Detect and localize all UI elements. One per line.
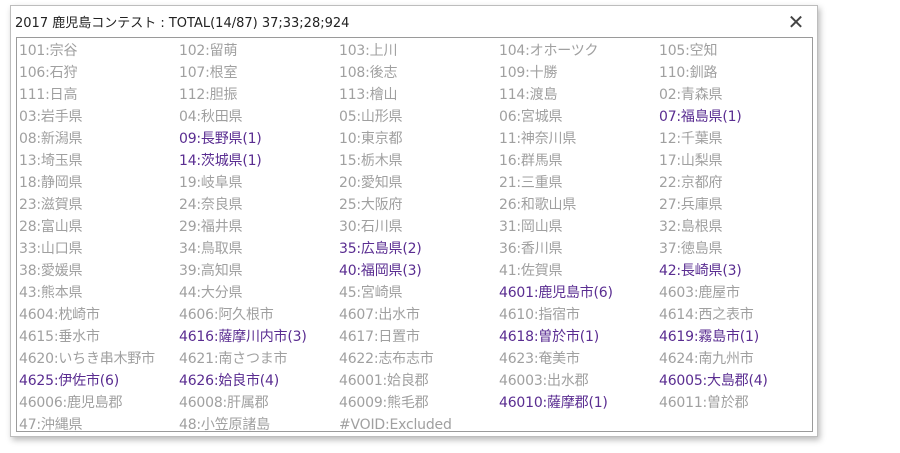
area-item[interactable]: 28:富山県 (19, 216, 179, 238)
area-item[interactable]: 4619:霧島市(1) (659, 326, 812, 348)
area-item[interactable]: 37:徳島県 (659, 238, 812, 260)
area-item[interactable]: 36:香川県 (499, 238, 659, 260)
area-item[interactable]: 4606:阿久根市 (179, 304, 339, 326)
area-item[interactable]: 106:石狩 (19, 62, 179, 84)
area-item[interactable]: 46009:熊毛郡 (339, 392, 499, 414)
area-item[interactable]: 110:釧路 (659, 62, 812, 84)
area-item[interactable]: 48:小笠原諸島 (179, 414, 339, 431)
window-title: 2017 鹿児島コンテスト : TOTAL(14/87) 37;33;28;92… (15, 16, 350, 31)
area-item[interactable]: 4603:鹿屋市 (659, 282, 812, 304)
area-item[interactable]: 29:福井県 (179, 216, 339, 238)
area-item[interactable]: 102:留萌 (179, 40, 339, 62)
area-item[interactable]: 113:檜山 (339, 84, 499, 106)
area-item[interactable]: #VOID:Excluded (339, 414, 499, 431)
area-item[interactable]: 111:日高 (19, 84, 179, 106)
area-item[interactable]: 15:栃木県 (339, 150, 499, 172)
close-icon[interactable]: ✕ (781, 8, 811, 35)
area-item[interactable]: 46011:曽於郡 (659, 392, 812, 414)
area-item[interactable]: 4607:出水市 (339, 304, 499, 326)
area-item[interactable]: 109:十勝 (499, 62, 659, 84)
area-item[interactable]: 4622:志布志市 (339, 348, 499, 370)
area-item[interactable]: 4624:南九州市 (659, 348, 812, 370)
area-item[interactable]: 47:沖縄県 (19, 414, 179, 431)
area-item[interactable]: 34:鳥取県 (179, 238, 339, 260)
area-item[interactable]: 4610:指宿市 (499, 304, 659, 326)
area-item[interactable]: 101:宗谷 (19, 40, 179, 62)
area-item[interactable]: 39:高知県 (179, 260, 339, 282)
area-item[interactable]: 18:静岡県 (19, 172, 179, 194)
area-item[interactable]: 42:長崎県(3) (659, 260, 812, 282)
area-grid: 101:宗谷 102:留萌 103:上川 104:オホーツク 105:空知 106:石狩 1… (19, 40, 812, 431)
area-item[interactable]: 103:上川 (339, 40, 499, 62)
area-item[interactable]: 05:山形県 (339, 106, 499, 128)
area-item[interactable]: 30:石川県 (339, 216, 499, 238)
area-item[interactable]: 09:長野県(1) (179, 128, 339, 150)
area-item[interactable]: 04:秋田県 (179, 106, 339, 128)
area-item[interactable]: 20:愛知県 (339, 172, 499, 194)
area-item[interactable]: 46010:薩摩郡(1) (499, 392, 659, 414)
area-item[interactable]: 112:胆振 (179, 84, 339, 106)
area-item[interactable]: 03:岩手県 (19, 106, 179, 128)
area-item[interactable]: 114:渡島 (499, 84, 659, 106)
contest-window: 2017 鹿児島コンテスト : TOTAL(14/87) 37;33;28;92… (10, 5, 818, 437)
area-item[interactable]: 11:神奈川県 (499, 128, 659, 150)
area-item[interactable]: 104:オホーツク (499, 40, 659, 62)
area-item[interactable]: 24:奈良県 (179, 194, 339, 216)
area-item[interactable]: 13:埼玉県 (19, 150, 179, 172)
area-item[interactable]: 14:茨城県(1) (179, 150, 339, 172)
area-item[interactable]: 40:福岡県(3) (339, 260, 499, 282)
area-item[interactable]: 4621:南さつま市 (179, 348, 339, 370)
area-item[interactable]: 4604:枕崎市 (19, 304, 179, 326)
area-item[interactable]: 46003:出水郡 (499, 370, 659, 392)
area-item[interactable]: 27:兵庫県 (659, 194, 812, 216)
area-item[interactable]: 35:広島県(2) (339, 238, 499, 260)
area-item[interactable]: 41:佐賀県 (499, 260, 659, 282)
area-item[interactable]: 46005:大島郡(4) (659, 370, 812, 392)
area-item[interactable]: 46001:姶良郡 (339, 370, 499, 392)
area-item[interactable]: 45:宮崎県 (339, 282, 499, 304)
area-item[interactable]: 43:熊本県 (19, 282, 179, 304)
area-item[interactable]: 4620:いちき串木野市 (19, 348, 179, 370)
area-item[interactable]: 08:新潟県 (19, 128, 179, 150)
area-item[interactable]: 4623:奄美市 (499, 348, 659, 370)
area-item[interactable]: 4615:垂水市 (19, 326, 179, 348)
area-item[interactable]: 4614:西之表市 (659, 304, 812, 326)
area-item[interactable]: 23:滋賀県 (19, 194, 179, 216)
area-item[interactable]: 12:千葉県 (659, 128, 812, 150)
area-item[interactable]: 4616:薩摩川内市(3) (179, 326, 339, 348)
title-bar[interactable]: 2017 鹿児島コンテスト : TOTAL(14/87) 37;33;28;92… (11, 6, 817, 37)
area-item[interactable]: 4618:曽於市(1) (499, 326, 659, 348)
area-item[interactable]: 06:宮城県 (499, 106, 659, 128)
area-item[interactable]: 07:福島県(1) (659, 106, 812, 128)
area-item[interactable]: 4626:姶良市(4) (179, 370, 339, 392)
area-item[interactable]: 33:山口県 (19, 238, 179, 260)
area-item[interactable]: 38:愛媛県 (19, 260, 179, 282)
area-item[interactable]: 21:三重県 (499, 172, 659, 194)
area-item[interactable]: 108:後志 (339, 62, 499, 84)
area-item[interactable]: 4625:伊佐市(6) (19, 370, 179, 392)
area-item[interactable]: 02:青森県 (659, 84, 812, 106)
area-item[interactable]: 16:群馬県 (499, 150, 659, 172)
area-item[interactable]: 105:空知 (659, 40, 812, 62)
area-item[interactable]: 22:京都府 (659, 172, 812, 194)
area-item[interactable]: 44:大分県 (179, 282, 339, 304)
area-item[interactable]: 19:岐阜県 (179, 172, 339, 194)
area-item[interactable]: 25:大阪府 (339, 194, 499, 216)
area-item[interactable]: 10:東京都 (339, 128, 499, 150)
area-item[interactable]: 26:和歌山県 (499, 194, 659, 216)
area-item[interactable]: 31:岡山県 (499, 216, 659, 238)
area-item[interactable]: 4617:日置市 (339, 326, 499, 348)
area-list-panel: 101:宗谷 102:留萌 103:上川 104:オホーツク 105:空知 106:石狩 1… (16, 37, 813, 432)
area-item[interactable]: 17:山梨県 (659, 150, 812, 172)
area-item[interactable]: 4601:鹿児島市(6) (499, 282, 659, 304)
area-item[interactable]: 46006:鹿児島郡 (19, 392, 179, 414)
area-item[interactable]: 32:島根県 (659, 216, 812, 238)
area-item[interactable]: 107:根室 (179, 62, 339, 84)
area-item[interactable]: 46008:肝属郡 (179, 392, 339, 414)
